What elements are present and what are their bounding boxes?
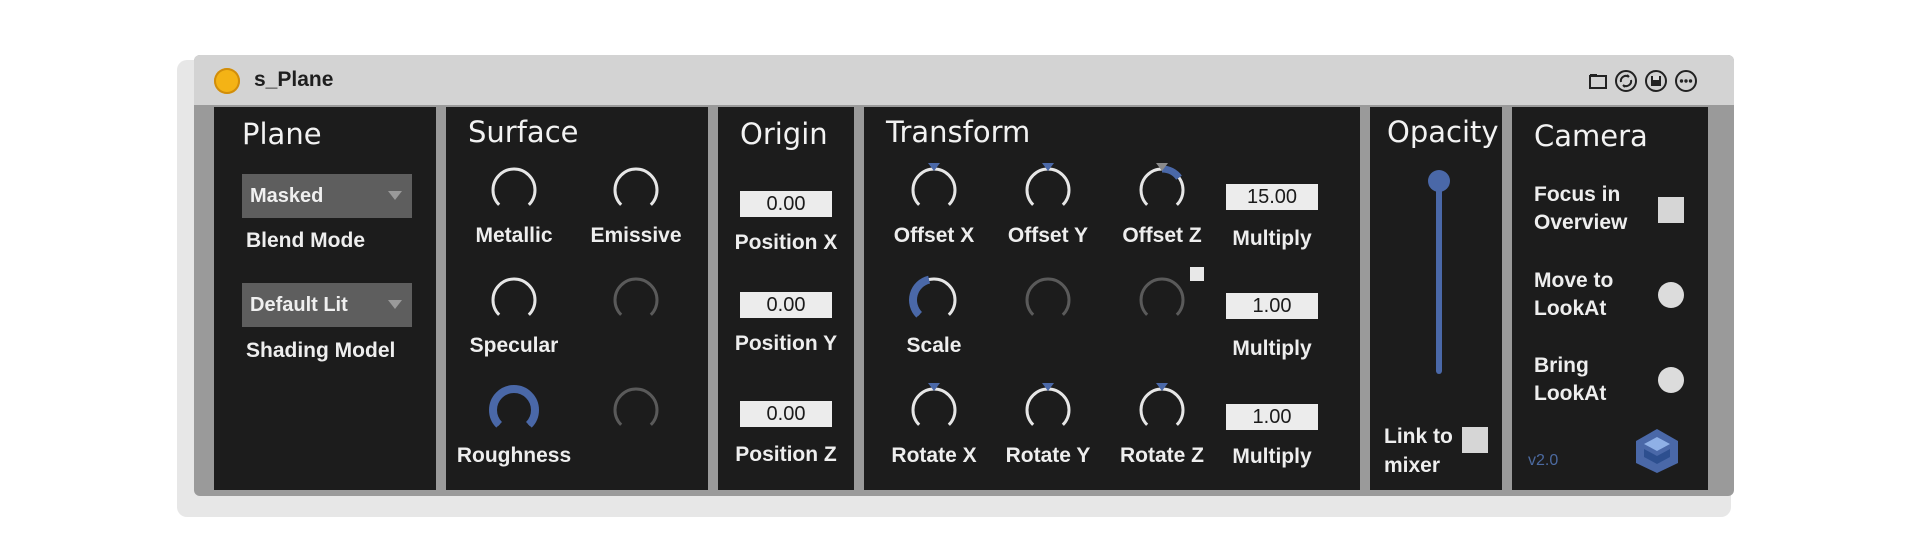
offset-multiply-field[interactable]: 15.00: [1226, 184, 1318, 210]
origin-section: Origin 0.00 Position X 0.00 Position Y 0…: [718, 107, 854, 490]
focus-overview-label-line2: Overview: [1534, 211, 1628, 234]
link-to-mixer-label-line1: Link to: [1384, 425, 1453, 448]
emissive-knob-label: Emissive: [590, 224, 682, 247]
shading-model-dropdown[interactable]: Default Lit: [242, 283, 412, 327]
rotate-x-knob-label: Rotate X: [891, 444, 977, 467]
offset-z-knob[interactable]: [1134, 162, 1190, 223]
device-frame: s_Plane Plane Masked Blend Mode Default …: [194, 55, 1734, 496]
scale-knob-label: Scale: [906, 334, 962, 357]
opacity-slider-track[interactable]: [1436, 172, 1442, 374]
bring-lookat-button[interactable]: [1658, 367, 1684, 393]
rotate-y-knob-label: Rotate Y: [1005, 444, 1091, 467]
rotate-z-knob[interactable]: [1134, 382, 1190, 443]
offset-multiply-label: Multiply: [1232, 227, 1312, 250]
roughness-knob[interactable]: [486, 382, 542, 443]
position-y-field[interactable]: 0.00: [740, 292, 832, 318]
opacity-section: Opacity Link to mixer: [1370, 107, 1502, 490]
scale-multiply-field[interactable]: 1.00: [1226, 293, 1318, 319]
surface-section: Surface Metallic Emissive Specular Roughnes…: [446, 107, 708, 490]
bring-lookat-label-line2: LookAt: [1534, 382, 1607, 405]
metallic-knob-label: Metallic: [475, 224, 553, 247]
position-z-label: Position Z: [735, 443, 837, 466]
disabled-transform-knob-1: [1020, 272, 1076, 333]
offset-x-knob-label: Offset X: [893, 224, 975, 247]
more-icon[interactable]: [1674, 69, 1698, 93]
blend-mode-label: Blend Mode: [246, 229, 365, 252]
position-y-label: Position Y: [734, 332, 838, 355]
rotate-x-knob[interactable]: [906, 382, 962, 443]
rotate-multiply-field[interactable]: 1.00: [1226, 404, 1318, 430]
camera-section-title: Camera: [1534, 119, 1648, 153]
scale-knob[interactable]: [906, 272, 962, 333]
version-label: v2.0: [1528, 452, 1559, 469]
offset-y-knob[interactable]: [1020, 162, 1076, 223]
hotswap-icon[interactable]: [1614, 69, 1638, 93]
focus-overview-label-line1: Focus in: [1534, 183, 1621, 206]
disabled-knob-2: [608, 382, 664, 443]
offset-x-knob[interactable]: [906, 162, 962, 223]
move-lookat-button[interactable]: [1658, 282, 1684, 308]
focus-overview-checkbox[interactable]: [1658, 197, 1684, 223]
rotate-y-knob[interactable]: [1020, 382, 1076, 443]
shading-model-value: Default Lit: [250, 294, 348, 316]
position-x-label: Position X: [734, 231, 838, 254]
plane-section: Plane Masked Blend Mode Default Lit Shad…: [214, 107, 436, 490]
position-z-field[interactable]: 0.00: [740, 401, 832, 427]
offset-y-knob-label: Offset Y: [1007, 224, 1089, 247]
link-to-mixer-label-line2: mixer: [1384, 454, 1441, 477]
disabled-transform-knob-2: [1134, 272, 1190, 333]
device-power-button[interactable]: [214, 68, 240, 94]
chevron-down-icon: [388, 300, 402, 309]
move-lookat-label-line1: Move to: [1534, 269, 1614, 292]
camera-section: Camera Focus in Overview Move to LookAt …: [1512, 107, 1708, 490]
transform-section-title: Transform: [886, 115, 1031, 149]
blend-mode-dropdown[interactable]: Masked: [242, 174, 412, 218]
device-title: s_Plane: [254, 68, 334, 91]
opacity-section-title: Opacity: [1387, 115, 1499, 149]
roughness-knob-label: Roughness: [456, 444, 572, 467]
offset-z-toggle[interactable]: [1190, 267, 1204, 281]
brand-logo-icon: [1634, 427, 1680, 475]
disabled-knob-1: [608, 272, 664, 333]
link-to-mixer-checkbox[interactable]: [1462, 427, 1488, 453]
specular-knob-label: Specular: [469, 334, 559, 357]
surface-section-title: Surface: [468, 115, 579, 149]
metallic-knob[interactable]: [486, 162, 542, 223]
folder-icon[interactable]: [1586, 69, 1610, 93]
bring-lookat-label-line1: Bring: [1534, 354, 1589, 377]
origin-section-title: Origin: [740, 117, 828, 151]
rotate-multiply-label: Multiply: [1232, 445, 1312, 468]
save-icon[interactable]: [1644, 69, 1668, 93]
plane-section-title: Plane: [242, 117, 322, 151]
emissive-knob[interactable]: [608, 162, 664, 223]
device-titlebar: s_Plane: [194, 55, 1734, 105]
transform-section: Transform Offset X Offset Y Offset Z Scale R…: [864, 107, 1360, 490]
opacity-slider-thumb[interactable]: [1428, 170, 1450, 192]
scale-multiply-label: Multiply: [1232, 337, 1312, 360]
move-lookat-label-line2: LookAt: [1534, 297, 1607, 320]
position-x-field[interactable]: 0.00: [740, 191, 832, 217]
specular-knob[interactable]: [486, 272, 542, 333]
shading-model-label: Shading Model: [246, 339, 396, 362]
blend-mode-value: Masked: [250, 185, 324, 207]
chevron-down-icon: [388, 191, 402, 200]
